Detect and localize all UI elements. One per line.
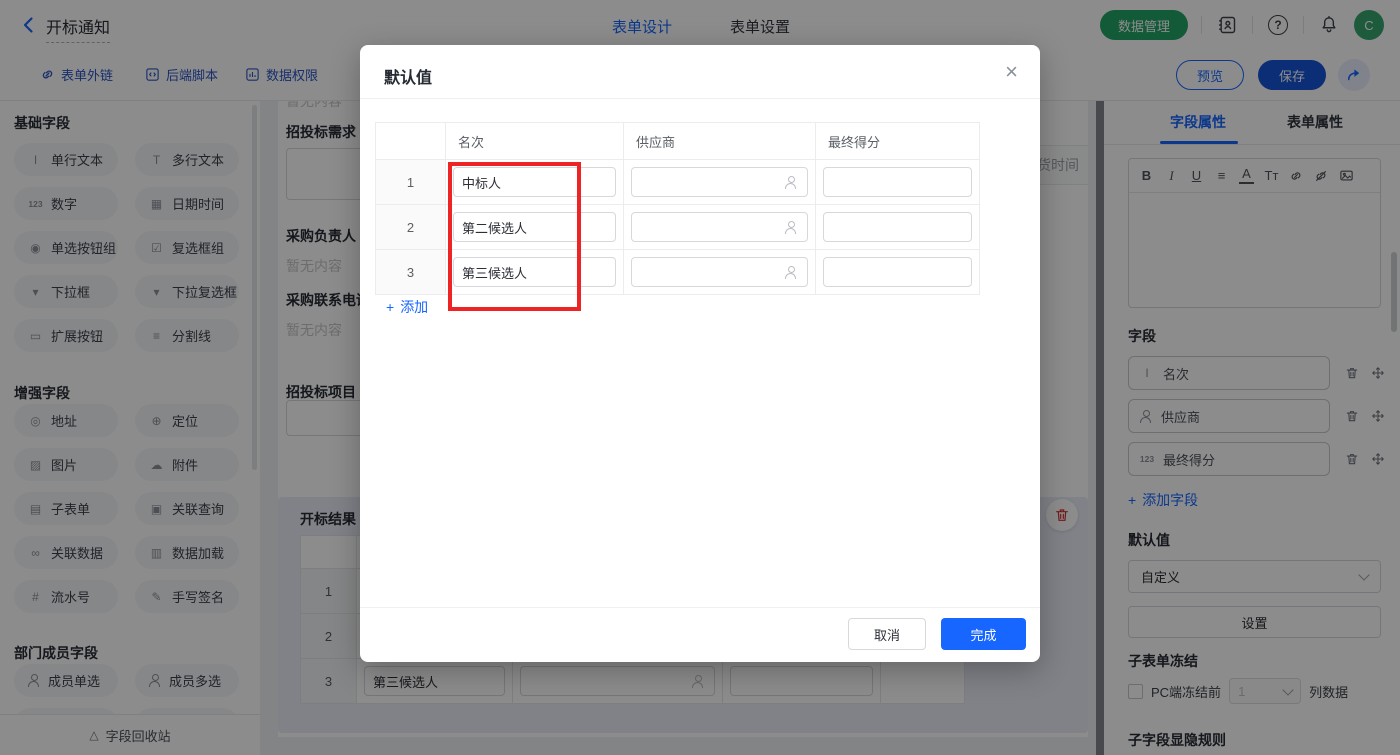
score-input[interactable] <box>823 212 972 242</box>
close-icon[interactable]: × <box>1005 61 1018 83</box>
default-value-modal: 默认值 × 名次 供应商 最终得分 1 中标人 2 第二候选人 <box>360 45 1040 662</box>
table-row: 3 第三候选人 <box>376 250 979 294</box>
person-icon <box>784 176 798 189</box>
column-header-rank: 名次 <box>446 123 624 159</box>
rank-input[interactable]: 中标人 <box>453 167 616 197</box>
rank-input[interactable]: 第二候选人 <box>453 212 616 242</box>
score-input[interactable] <box>823 167 972 197</box>
supplier-input[interactable] <box>631 257 808 287</box>
supplier-input[interactable] <box>631 212 808 242</box>
divider <box>360 98 1040 99</box>
row-number: 2 <box>376 205 446 249</box>
row-number: 1 <box>376 160 446 204</box>
table-row: 2 第二候选人 <box>376 205 979 250</box>
rank-input[interactable]: 第三候选人 <box>453 257 616 287</box>
person-icon <box>784 221 798 234</box>
form-designer-app: 开标通知 表单设计 表单设置 数据管理 ? C <box>0 0 1400 755</box>
done-button[interactable]: 完成 <box>941 618 1026 650</box>
divider <box>360 607 1040 608</box>
column-header-score: 最终得分 <box>816 123 979 159</box>
add-row-button[interactable]: + 添加 <box>386 297 428 317</box>
table-header-row: 名次 供应商 最终得分 <box>376 123 979 160</box>
person-icon <box>784 266 798 279</box>
default-value-table: 名次 供应商 最终得分 1 中标人 2 第二候选人 3 第三候选人 <box>375 122 980 295</box>
plus-icon: + <box>386 299 394 315</box>
column-header-supplier: 供应商 <box>624 123 816 159</box>
cancel-button[interactable]: 取消 <box>848 618 926 650</box>
score-input[interactable] <box>823 257 972 287</box>
modal-title: 默认值 <box>384 64 432 88</box>
supplier-input[interactable] <box>631 167 808 197</box>
row-number: 3 <box>376 250 446 294</box>
table-row: 1 中标人 <box>376 160 979 205</box>
